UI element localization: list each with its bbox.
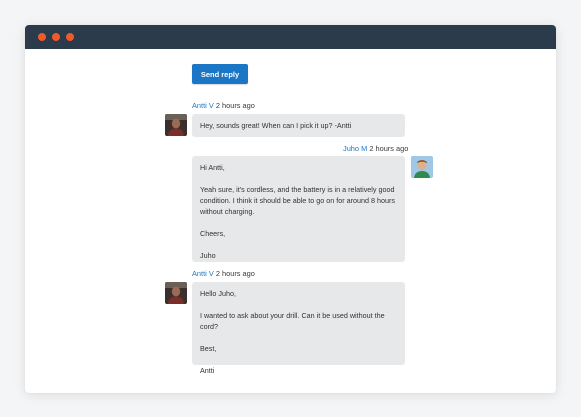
- message-line: Juho: [200, 251, 216, 260]
- title-bar: [25, 25, 556, 49]
- message-line: Hello Juho,: [200, 289, 236, 298]
- message-meta: Antti V 2 hours ago: [192, 269, 255, 278]
- send-reply-button[interactable]: Send reply: [192, 64, 248, 84]
- avatar-antti: [165, 114, 187, 136]
- message-bubble: Hello Juho, I wanted to ask about your d…: [192, 282, 405, 375]
- message-meta: Antti V 2 hours ago: [192, 101, 255, 110]
- maximize-window-dot[interactable]: [66, 33, 74, 41]
- message-line: without charging.: [200, 207, 255, 216]
- message-time: 2 hours ago: [369, 144, 409, 153]
- message-line: Hi Antti,: [200, 163, 225, 172]
- message-line: Hey, sounds great! When can I pick it up…: [200, 121, 352, 130]
- message-line: I wanted to ask about your drill. Can it…: [200, 311, 385, 331]
- app-window: Send reply Antti V 2 hours ago Hey, soun…: [25, 25, 556, 393]
- message-line: Antti: [200, 366, 215, 375]
- author-link[interactable]: Antti V: [192, 269, 214, 278]
- message-bubble: Hi Antti, Yeah sure, it's cordless, and …: [192, 156, 405, 262]
- message-line: Cheers,: [200, 229, 226, 238]
- avatar-juho: [411, 156, 433, 178]
- author-link[interactable]: Antti V: [192, 101, 214, 110]
- message-meta: Juho M 2 hours ago: [343, 144, 408, 153]
- minimize-window-dot[interactable]: [52, 33, 60, 41]
- message-line: condition. I think it should be able to …: [200, 196, 395, 205]
- message-line: Yeah sure, it's cordless, and the batter…: [200, 185, 395, 194]
- avatar-antti: [165, 282, 187, 304]
- message-bubble: Hey, sounds great! When can I pick it up…: [192, 114, 405, 137]
- message-time: 2 hours ago: [215, 269, 255, 278]
- author-link[interactable]: Juho M: [343, 144, 367, 153]
- close-window-dot[interactable]: [38, 33, 46, 41]
- message-line: Best,: [200, 344, 217, 353]
- message-time: 2 hours ago: [215, 101, 255, 110]
